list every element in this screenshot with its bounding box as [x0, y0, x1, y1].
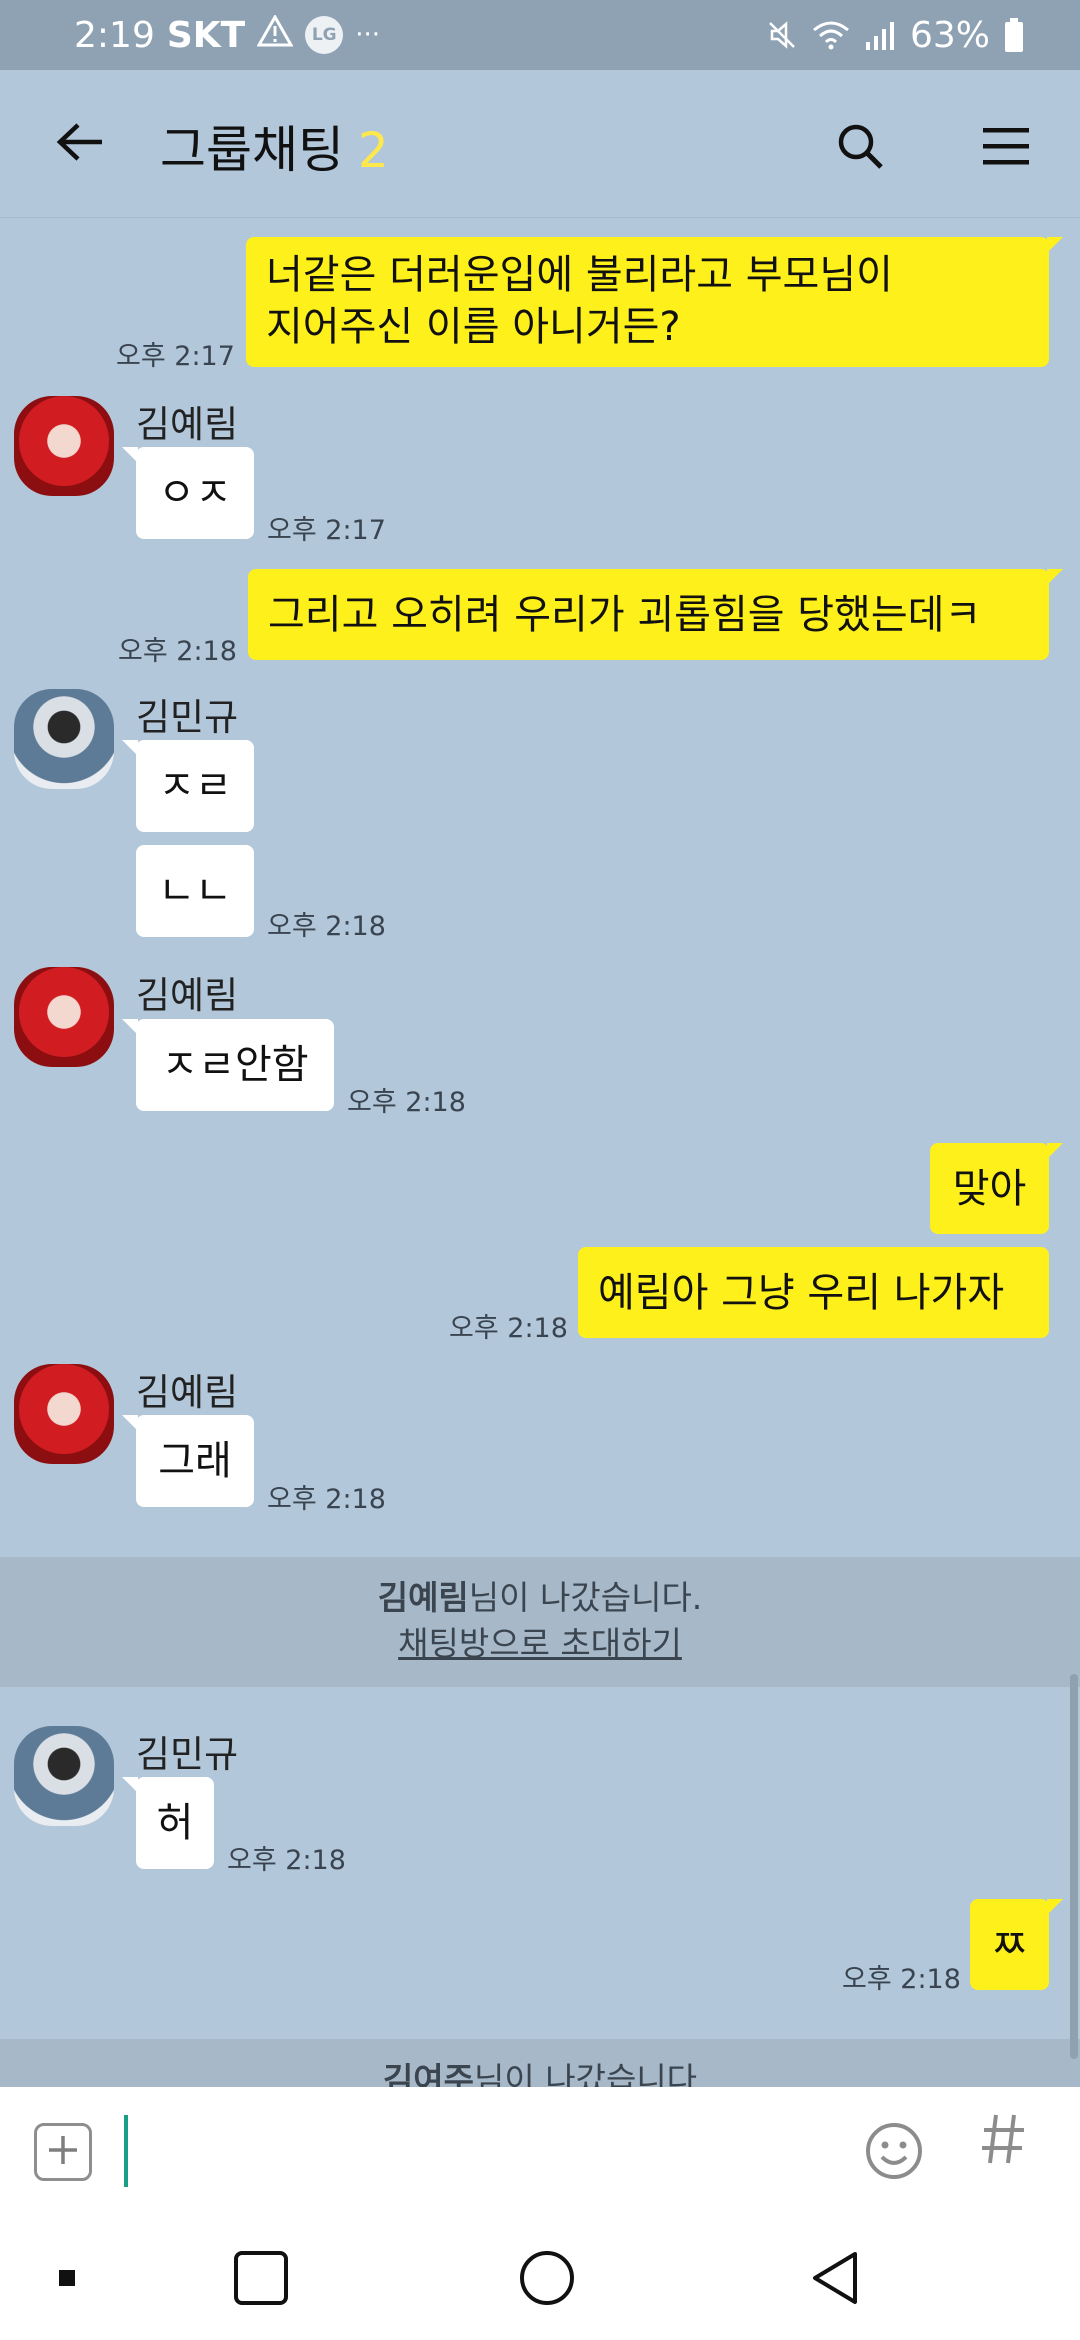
more-notifications-icon: ···	[355, 20, 381, 50]
message-input-bar	[0, 2087, 1080, 2215]
menu-button[interactable]	[970, 112, 1042, 184]
sender-name: 김민규	[136, 1733, 239, 1776]
notice-user-name: 김여주	[382, 2060, 475, 2087]
message-time: 오후 2:17	[267, 515, 386, 546]
message-text: 예림아 그냥 우리 나가자	[598, 1269, 1005, 1316]
sender-name: 김예림	[136, 974, 239, 1017]
their-message-bubble[interactable]: ㅈㄹ안함	[122, 1019, 334, 1111]
my-message-bubble[interactable]: 맞아	[930, 1143, 1063, 1234]
sender-name: 김민규	[136, 696, 239, 739]
message-time: 오후 2:18	[227, 1845, 346, 1876]
their-message-bubble[interactable]: ㅇㅈ	[122, 447, 254, 539]
message-time: 오후 2:18	[118, 636, 237, 667]
my-message-bubble[interactable]: 그리고 오히려 우리가 괴롭힘을 당했는데ㅋ	[248, 569, 1063, 660]
chat-header: 그룹채팅 2	[0, 70, 1080, 218]
home-button[interactable]	[512, 2245, 582, 2315]
warning-icon	[256, 13, 294, 56]
their-message-bubble[interactable]: ㅈㄹ	[122, 740, 254, 832]
message-time: 오후 2:17	[116, 341, 235, 372]
avatar[interactable]	[14, 1364, 114, 1464]
emoji-button[interactable]	[864, 2121, 924, 2181]
message-text: ㅉ	[991, 1921, 1028, 1968]
hash-button[interactable]	[980, 2111, 1026, 2181]
their-message-bubble[interactable]: 허	[122, 1777, 214, 1869]
message-time: 오후 2:18	[842, 1964, 961, 1995]
recent-apps-button[interactable]	[226, 2245, 296, 2315]
message-input[interactable]	[124, 2115, 824, 2187]
message-time: 오후 2:18	[267, 911, 386, 942]
sender-name: 김예림	[136, 1371, 239, 1414]
avatar[interactable]	[14, 689, 114, 789]
message-text: 맞아	[952, 1165, 1027, 1212]
square-dot-icon	[58, 2269, 76, 2291]
scrollbar[interactable]	[1070, 1674, 1078, 2059]
message-text: ㄴㄴ	[158, 868, 232, 914]
arrow-left-icon	[56, 122, 104, 166]
message-text: 너같은 더러운입에 불리라고 부모님이	[266, 252, 893, 298]
carrier-label: SKT	[166, 14, 246, 56]
my-message-bubble[interactable]: 너같은 더러운입에 불리라고 부모님이 지어주신 이름 아니거든?	[246, 237, 1063, 367]
nav-dot-button[interactable]	[32, 2245, 102, 2315]
notice-text: 님이 나갔습니다	[474, 2060, 698, 2087]
chat-title: 그룹채팅 2	[160, 110, 389, 182]
clock: 2:19	[74, 14, 155, 56]
plus-box-icon	[45, 2129, 81, 2175]
back-triangle-icon	[807, 2248, 863, 2312]
message-text: 허	[156, 1800, 194, 1846]
hamburger-menu-icon	[981, 126, 1031, 170]
avatar[interactable]	[14, 967, 114, 1067]
member-count: 2	[358, 123, 389, 179]
battery-icon	[1004, 18, 1024, 52]
signal-icon	[864, 20, 896, 50]
message-text: 그리고 오히려 우리가 괴롭힘을 당했는데ㅋ	[268, 591, 982, 638]
back-nav-button[interactable]	[800, 2245, 870, 2315]
system-notice: 김여주님이 나갔습니다	[0, 2039, 1080, 2087]
lg-icon: LG	[305, 16, 344, 54]
message-text: ㅈㄹ안함	[161, 1042, 309, 1088]
navigation-bar	[0, 2215, 1080, 2340]
attach-button[interactable]	[34, 2123, 92, 2181]
message-time: 오후 2:18	[449, 1313, 568, 1344]
system-notice: 김예림님이 나갔습니다. 채팅방으로 초대하기	[0, 1557, 1080, 1687]
avatar[interactable]	[14, 1726, 114, 1826]
sender-name: 김예림	[136, 403, 239, 446]
mute-icon	[766, 19, 798, 51]
message-text: 그래	[158, 1438, 232, 1484]
message-text: ㅇㅈ	[158, 470, 232, 516]
search-icon	[835, 121, 885, 175]
my-message-bubble[interactable]: ㅉ	[970, 1899, 1063, 1990]
recent-apps-icon	[233, 2250, 289, 2310]
status-bar: 2:19 SKT LG ··· 63%	[0, 0, 1080, 70]
avatar[interactable]	[14, 396, 114, 496]
invite-link[interactable]: 채팅방으로 초대하기	[0, 1621, 1080, 1667]
notice-text: 님이 나갔습니다.	[468, 1578, 703, 1617]
my-message-bubble[interactable]: 예림아 그냥 우리 나가자	[578, 1247, 1049, 1338]
home-circle-icon	[517, 2248, 577, 2312]
back-button[interactable]	[44, 108, 116, 180]
message-time: 오후 2:18	[267, 1484, 386, 1515]
message-time: 오후 2:18	[347, 1087, 466, 1118]
their-message-bubble[interactable]: 그래	[122, 1415, 254, 1507]
chat-messages[interactable]: 오후 2:17 너같은 더러운입에 불리라고 부모님이 지어주신 이름 아니거든…	[0, 219, 1080, 2087]
their-message-bubble[interactable]: ㄴㄴ	[136, 845, 254, 937]
hash-icon	[980, 2113, 1026, 2181]
search-button[interactable]	[824, 112, 896, 184]
battery-level: 63%	[909, 14, 990, 56]
notice-user-name: 김예림	[377, 1578, 469, 1617]
message-text: 지어주신 이름 아니거든?	[266, 304, 681, 350]
chat-title-text: 그룹채팅	[160, 121, 344, 179]
smiley-icon	[864, 2123, 924, 2185]
message-text: ㅈㄹ	[158, 763, 232, 809]
wifi-icon	[812, 20, 850, 50]
